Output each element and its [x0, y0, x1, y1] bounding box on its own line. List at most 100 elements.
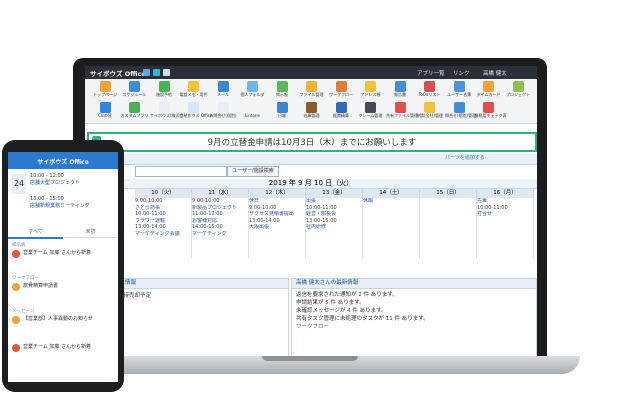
info-item-3[interactable]: 未確認メッセージが 4 件 あります。: [292, 307, 536, 315]
calendar-day-header[interactable]: 13（金）: [306, 189, 363, 198]
event-2-time: 13:00 - 15:00: [30, 196, 64, 202]
calendar-day-column[interactable]: 9:00-10:00 さとう商事 10:00-11:00 フラワー運輸 13:00-14…: [135, 198, 192, 258]
app-launcher-item[interactable]: 報告書: [386, 81, 414, 101]
calendar-day-header[interactable]: 14（土）: [363, 189, 420, 198]
bell-icon[interactable]: [163, 69, 170, 76]
app-launcher-item[interactable]: 電話メモ・用件: [180, 81, 208, 101]
app-launcher-item[interactable]: 業務用チェック表: [475, 102, 507, 122]
calendar-day-header[interactable]: 15（日）: [420, 189, 477, 198]
info-item-1[interactable]: 返信を要求された通知が 2 件 あります。: [292, 289, 536, 299]
notification-2[interactable]: 旅費精算申請書: [23, 283, 58, 290]
app-launcher-item[interactable]: 在庫管理: [298, 102, 326, 122]
calendar-event[interactable]: 打合せ: [477, 211, 533, 218]
link-menu[interactable]: リンク: [453, 69, 470, 77]
user-icon: [12, 344, 20, 352]
event-1-title[interactable]: 店舗大型プロジェクト: [30, 180, 80, 187]
app-launcher-item[interactable]: クレーム管理: [357, 102, 385, 122]
app-label: 日報: [278, 113, 286, 118]
calendar-day-column[interactable]: 休日 9:00-10:00 サクサス見積書提出 13:00-14:00 大阪出張: [249, 198, 306, 258]
app-launcher-item[interactable]: スケジュール: [121, 81, 149, 101]
top-header: サイボウズ Office アプリ一覧 リンク 高橋 健太: [85, 66, 537, 79]
app-label: 掲示板: [276, 92, 288, 97]
calendar-event[interactable]: 大阪出張: [249, 224, 305, 231]
app-icon: [335, 102, 347, 113]
app-icon: [217, 81, 229, 92]
calendar-event[interactable]: 社内研修: [306, 224, 362, 231]
app-launcher-item[interactable]: ユーザー名簿: [445, 81, 473, 101]
latest-info-title: 高橋 健太さんの最新情報: [292, 279, 536, 289]
app-label: 施設予約: [156, 92, 172, 97]
app-label: カスタムアプリ: [120, 113, 149, 118]
message-section: メッセージ: [12, 309, 35, 314]
calendar-day-column[interactable]: 先輩 10:00-11:00 打合せ: [477, 198, 534, 258]
app-icon: [394, 81, 406, 92]
app-label: クレーム管理: [358, 113, 383, 118]
app-launcher-item[interactable]: 共有ファイル管理: [386, 102, 418, 122]
app-launcher-item[interactable]: お問合せ(個別): [209, 102, 237, 122]
app-launcher-item[interactable]: ToDoリスト: [416, 81, 444, 101]
app-launcher-item[interactable]: kintone: [239, 102, 267, 122]
app-launcher-item[interactable]: 日報: [268, 102, 296, 122]
app-label: タイムカード: [476, 92, 501, 97]
app-launcher-item[interactable]: 問合せ(個別)管理: [445, 102, 476, 122]
app-icon: [247, 81, 258, 92]
calendar-day-header[interactable]: 11（水）: [192, 189, 249, 198]
user-search-button[interactable]: ユーザー/施設検索: [227, 166, 279, 177]
app-launcher-item[interactable]: カスタムアプリ: [121, 102, 149, 122]
tab-unread[interactable]: 未読: [63, 227, 118, 238]
calendar-day-header[interactable]: 12（木）: [249, 189, 306, 198]
app-launcher-item[interactable]: 個人フォルダ: [239, 81, 267, 101]
phone-header: サイボウズ Office: [8, 152, 118, 169]
app-launcher-item[interactable]: プロジェクト: [504, 81, 532, 101]
app-label: 共有ファイル管理: [386, 113, 418, 118]
app-launcher-item[interactable]: 申請(全社)管理: [416, 102, 444, 122]
app-label: 経費精算: [333, 113, 349, 118]
notice-banner: 9月の立替金申請は10月3日（木）までにお願いします: [87, 132, 537, 152]
home-icon[interactable]: [143, 69, 150, 76]
app-launcher-item[interactable]: ワークフロー: [327, 81, 355, 101]
user-search-input[interactable]: [135, 166, 227, 177]
app-launcher-item[interactable]: サイボウズ(株式会社): [150, 102, 190, 122]
app-launcher-item[interactable]: ファイル管理: [298, 81, 326, 101]
info-item-2[interactable]: 申請結果が 5 件 あります。: [292, 299, 536, 307]
app-launcher-item[interactable]: トップページ: [91, 81, 119, 101]
info-item-4[interactable]: 共有タスク管理に未処理のタスクが 11 件 あります。: [292, 315, 536, 323]
notification-1[interactable]: 営業チーム 加藤 さんから新着: [23, 250, 91, 257]
calendar-day-column[interactable]: 9:00-10:00 新製品プロジェクト 11:00-12:00 お客様対応 14:00…: [192, 198, 249, 258]
app-launcher-item[interactable]: タイムカード: [475, 81, 503, 101]
app-icon: [158, 102, 170, 113]
app-launcher-item[interactable]: サイボウズ Office: [180, 102, 212, 122]
app-label: CBの窓: [98, 113, 112, 118]
notify-icon[interactable]: [153, 69, 160, 76]
app-label: サイボウズ(株式会社): [150, 113, 190, 118]
notification-3[interactable]: 【営業部】人事異動のお知らせ: [23, 316, 93, 323]
calendar-day-column[interactable]: [420, 198, 477, 258]
app-label: 報告書: [394, 92, 406, 97]
app-launcher-item[interactable]: CBの窓: [91, 102, 119, 122]
tab-all[interactable]: すべて: [8, 227, 63, 239]
calendar-event[interactable]: マーケティング: [192, 231, 248, 238]
calendar-day-column[interactable]: 休暇: [363, 198, 420, 258]
app-icon: [365, 102, 376, 113]
app-launcher-item[interactable]: 掲示板: [268, 81, 296, 101]
calendar-day-column[interactable]: 出張 10:00-11:00 経営・部長会 13:00-15:00 社内研修: [306, 198, 363, 258]
app-launcher-item[interactable]: 経費精算: [327, 102, 355, 122]
user-name[interactable]: 高橋 健太: [483, 69, 507, 77]
app-icon: [394, 102, 406, 113]
app-launcher-item[interactable]: 施設予約: [150, 81, 178, 101]
app-label: kintone: [245, 113, 260, 118]
app-label: 電話メモ・用件: [179, 92, 208, 97]
calendar-day-header[interactable]: 16（月）: [477, 189, 534, 198]
event-2-title[interactable]: 店舗新規業務ミーティング: [30, 203, 90, 210]
app-launcher-item[interactable]: メール: [209, 81, 237, 101]
event-1-time: 10:00 - 12:00: [30, 173, 64, 179]
calendar-event[interactable]: マーケティング会議: [135, 231, 191, 238]
calendar-event[interactable]: 休暇: [363, 198, 419, 205]
calendar-day-header[interactable]: 10（火）: [135, 189, 192, 198]
app-list-link[interactable]: アプリ一覧: [417, 69, 445, 77]
app-icon: [453, 102, 465, 113]
notification-4[interactable]: 営業チーム 加藤 さんから新着: [23, 344, 91, 351]
app-label: トップページ: [93, 92, 117, 97]
add-parts-link[interactable]: パーツを追加する: [445, 154, 485, 161]
app-launcher-item[interactable]: アドレス帳: [357, 81, 385, 101]
